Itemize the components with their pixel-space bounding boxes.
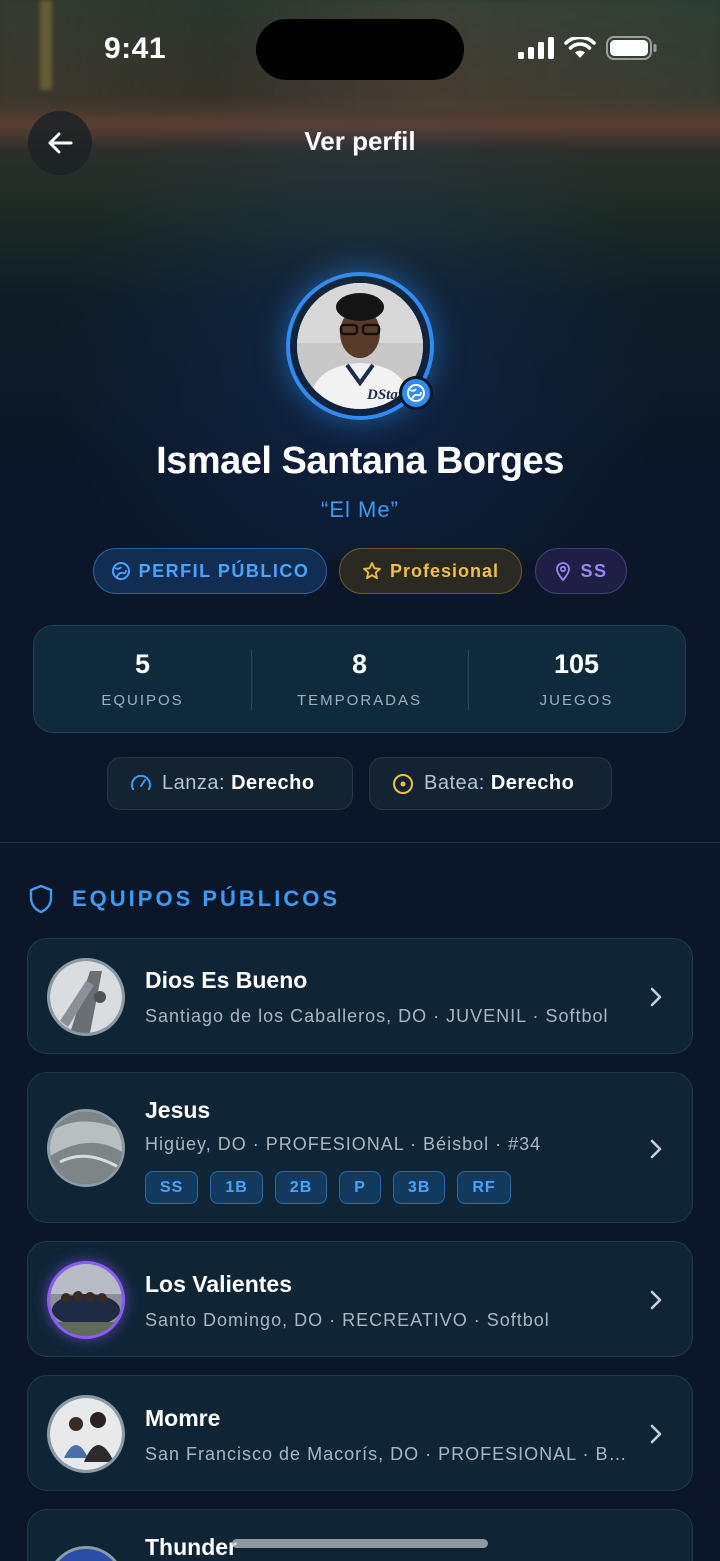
cellular-signal-icon: [518, 37, 554, 59]
team-card-jesus[interactable]: Jesus Higüey, DO · PROFESIONAL · Béisbol…: [27, 1072, 693, 1223]
stat-teams: 5 EQUIPOS: [34, 626, 251, 732]
team-logo: [47, 1261, 125, 1339]
star-icon: [363, 562, 381, 580]
status-bar: 9:41: [0, 0, 720, 100]
team-card-momre[interactable]: Momre San Francisco de Macorís, DO · PRO…: [27, 1375, 693, 1491]
team-details: Santiago de los Caballeros, DO · JUVENIL…: [145, 1006, 609, 1026]
profile-nickname: “El Me”: [321, 497, 399, 522]
page-title: Ver perfil: [304, 126, 416, 156]
stat-value: 5: [134, 649, 151, 679]
throws-label: Lanza:: [162, 772, 226, 794]
position-badge: SS: [535, 548, 627, 594]
position-tag: 2B: [274, 1171, 328, 1204]
globe-icon: [407, 384, 425, 402]
location-pin-icon: [556, 562, 571, 581]
stats-panel: 5 EQUIPOS 8 TEMPORADAS 105 JUEGOS: [33, 625, 686, 733]
battery-icon: [606, 36, 657, 60]
team-logo: [47, 1109, 125, 1187]
position-tag: P: [339, 1171, 381, 1204]
team-logo: [47, 1395, 125, 1473]
stat-value: 105: [553, 649, 600, 679]
stat-label: TEMPORADAS: [296, 692, 422, 709]
team-details: San Francisco de Macorís, DO · PROFESION…: [145, 1444, 635, 1464]
throws-chip: Lanza: Derecho: [107, 757, 353, 810]
team-logo: [47, 1546, 125, 1561]
team-name: Thunder: [145, 1534, 237, 1560]
chevron-right-icon: [650, 1424, 662, 1444]
team-details: Higüey, DO · PROFESIONAL · Béisbol · #34: [145, 1134, 542, 1154]
team-card-dios-es-bueno[interactable]: Dios Es Bueno Santiago de los Caballeros…: [27, 938, 693, 1054]
shield-icon: [29, 884, 53, 914]
position-tag: 1B: [210, 1171, 263, 1204]
stat-games: 105 JUEGOS: [468, 626, 685, 732]
throws-value: Derecho: [231, 772, 315, 794]
chevron-right-icon: [650, 1290, 662, 1310]
team-details: Santo Domingo, DO · RECREATIVO · Softbol: [145, 1310, 550, 1330]
dynamic-island: [256, 19, 464, 80]
team-name: Los Valientes: [145, 1271, 293, 1297]
bats-value: Derecho: [490, 772, 575, 794]
bats-chip: Batea: Derecho: [369, 757, 612, 810]
team-name: Momre: [145, 1405, 221, 1431]
globe-icon: [111, 562, 130, 580]
wifi-icon: [564, 37, 596, 58]
public-profile-badge: PERFIL PÚBLICO: [93, 548, 327, 594]
position-label: SS: [580, 560, 608, 581]
position-tag: RF: [457, 1171, 511, 1204]
team-card-los-valientes[interactable]: Los Valientes Santo Domingo, DO · RECREA…: [27, 1241, 693, 1357]
section-divider: [0, 842, 720, 843]
teams-section-header: EQUIPOS PÚBLICOS: [28, 884, 340, 914]
public-profile-label: PERFIL PÚBLICO: [138, 560, 310, 581]
stat-seasons: 8 TEMPORADAS: [251, 626, 468, 732]
profile-name: Ismael Santana Borges: [156, 440, 564, 482]
teams-section-title: EQUIPOS PÚBLICOS: [72, 886, 341, 911]
bats-label: Batea:: [424, 772, 485, 794]
status-time: 9:41: [104, 32, 167, 65]
speedometer-icon: [131, 774, 151, 790]
level-badge: Profesional: [339, 548, 522, 594]
chevron-right-icon: [650, 1139, 662, 1159]
stat-value: 8: [351, 649, 368, 679]
stat-label: EQUIPOS: [101, 692, 184, 709]
position-tags: SS 1B 2B P 3B RF: [145, 1171, 511, 1204]
position-tag: SS: [145, 1171, 199, 1204]
verified-badge: [399, 376, 433, 410]
team-card-thunder[interactable]: Thunder: [27, 1509, 693, 1561]
team-logo: [47, 958, 125, 1036]
position-tag: 3B: [392, 1171, 446, 1204]
chevron-right-icon: [650, 987, 662, 1007]
home-indicator[interactable]: [232, 1539, 488, 1548]
status-icons: [518, 36, 658, 60]
team-name: Dios Es Bueno: [145, 967, 308, 993]
level-label: Profesional: [389, 560, 500, 581]
stat-label: JUEGOS: [539, 692, 614, 709]
target-icon: [393, 773, 413, 794]
team-name: Jesus: [145, 1097, 211, 1123]
